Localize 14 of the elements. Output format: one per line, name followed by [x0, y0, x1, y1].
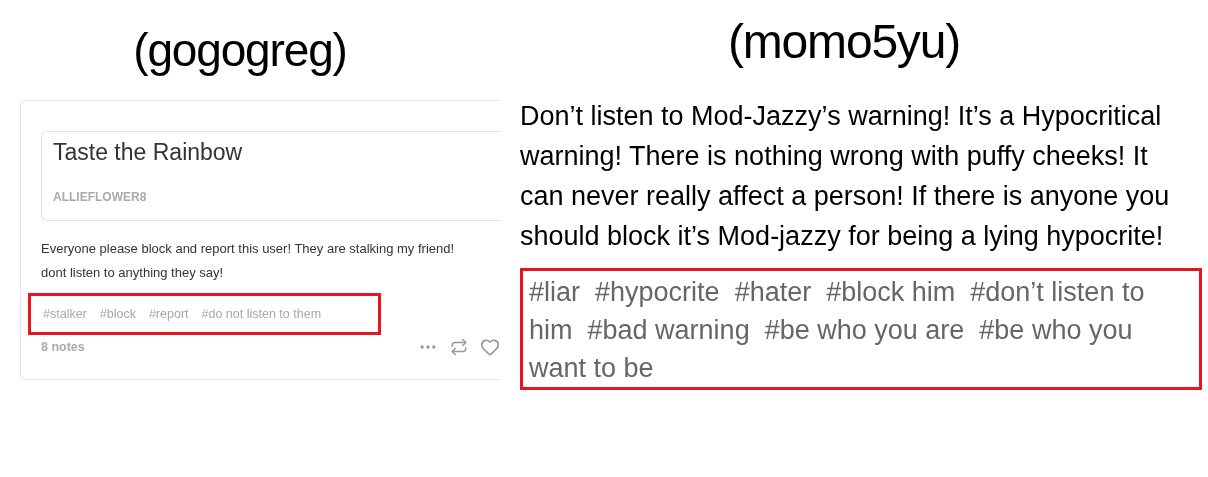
quote-author: ALLIEFLOWER8 — [53, 189, 148, 206]
post-text: Don’t listen to Mod-Jazzy’s warning! It’s a Hypocritical warning! There is nothing wrong with puffy cheeks! It can never really affect a person! If there is anyone you should block it’s Mod-jazzy for being a lying hypocrite! — [520, 100, 1171, 253]
notes-count[interactable]: 8 notes — [41, 337, 85, 357]
tag-link[interactable]: #do not listen to them — [201, 304, 322, 324]
panel-title: (gogogreg) — [133, 23, 347, 78]
tag-link[interactable]: #stalker — [43, 304, 87, 324]
panel-title: (momo5yu) — [728, 14, 960, 70]
repeat-icon[interactable] — [450, 338, 468, 356]
post-text: Everyone please block and report this user! They are stalking my friend! dont listen to anything they say! — [41, 240, 456, 282]
tag-link[interactable]: #report — [148, 304, 189, 324]
quote-title: Taste the Rainbow — [53, 138, 244, 166]
tag-list: #liar #hypocrite #hater #block him #don’t listen to him #bad warning #be who you are #be who you want to be — [529, 273, 1179, 387]
heart-icon[interactable] — [480, 337, 500, 357]
tag-link[interactable]: #block — [99, 304, 136, 324]
